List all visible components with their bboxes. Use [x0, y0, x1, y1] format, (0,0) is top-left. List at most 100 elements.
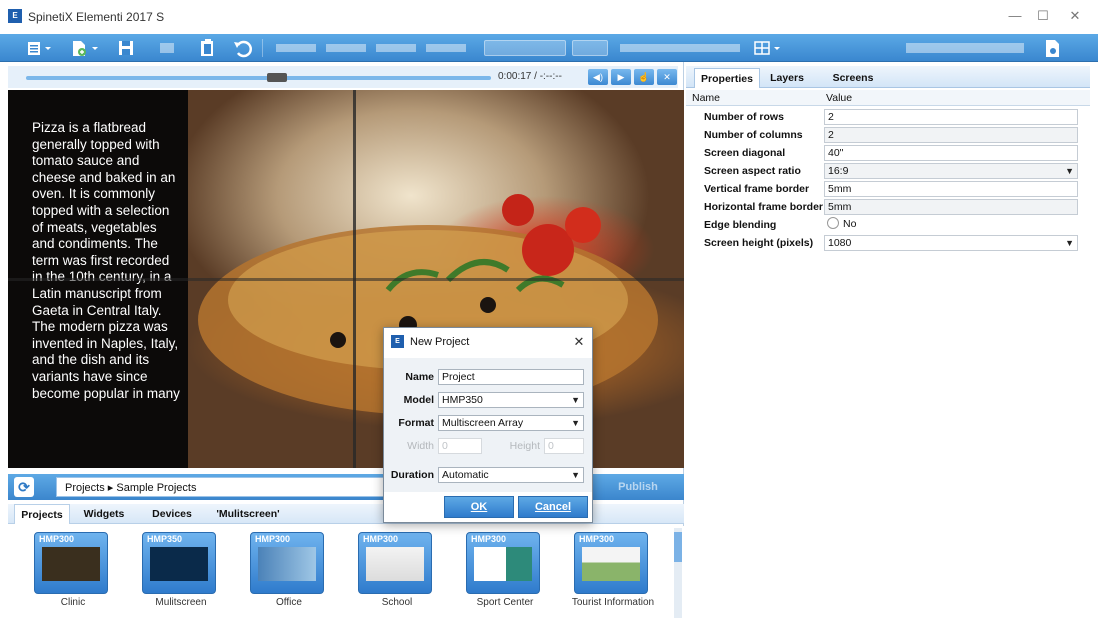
format-tools-group[interactable]: [272, 37, 472, 59]
play-button[interactable]: ▶: [611, 69, 631, 85]
menu-button[interactable]: [24, 37, 56, 59]
property-row: Screen diagonal 40": [686, 144, 1090, 162]
properties-button[interactable]: [1040, 37, 1064, 59]
model-select[interactable]: HMP350 ▼: [438, 392, 584, 408]
duration-label: Duration: [390, 469, 434, 481]
number-of-columns-field[interactable]: 2: [824, 127, 1078, 143]
hand-pointer-icon: ☝: [638, 72, 650, 82]
refresh-icon[interactable]: ⟳: [14, 477, 34, 497]
dropdown-arrow-icon: ▼: [571, 395, 580, 405]
scrollbar-thumb[interactable]: [674, 532, 682, 562]
cancel-button[interactable]: Cancel: [518, 496, 588, 518]
tab-widgets[interactable]: Widgets: [74, 504, 134, 524]
property-row: Vertical frame border 5mm: [686, 180, 1090, 198]
dialog-title-bar: E New Project ✕: [384, 328, 592, 356]
number-of-rows-field[interactable]: 2: [824, 109, 1078, 125]
document-settings-icon: [1046, 40, 1059, 57]
horizontal-frame-border-field[interactable]: 5mm: [824, 199, 1078, 215]
dropdown-arrow-icon: ▼: [1065, 166, 1074, 176]
undo-icon: [234, 40, 252, 58]
pointer-button[interactable]: ☝: [634, 69, 654, 85]
close-window-button[interactable]: ✕: [1062, 6, 1088, 26]
tab-mulitscreen[interactable]: 'Mulitscreen': [208, 504, 288, 524]
format-label: Format: [398, 417, 434, 429]
project-card: HMP300: [466, 532, 540, 594]
edge-blending-toggle[interactable]: No: [824, 217, 1078, 233]
width-input[interactable]: 0: [438, 438, 482, 454]
duration-value: Automatic: [442, 469, 489, 481]
title-bar: E SpinetiX Elementi 2017 S — ☐ ✕: [0, 0, 1098, 34]
project-item-clinic[interactable]: HMP300 Clinic: [28, 532, 118, 608]
value-column-header: Value: [826, 92, 853, 104]
layout-grid-button[interactable]: [752, 37, 784, 59]
text-style-group[interactable]: [614, 37, 750, 59]
project-item-school[interactable]: HMP300 School: [352, 532, 442, 608]
app-window: E SpinetiX Elementi 2017 S — ☐ ✕ 0:00:17…: [0, 0, 1098, 621]
dialog-body: Name Project Model HMP350 ▼ Format Multis…: [384, 358, 592, 492]
model-badge: HMP300: [363, 534, 399, 544]
new-project-button[interactable]: [68, 37, 102, 59]
duration-select[interactable]: Automatic ▼: [438, 467, 584, 483]
property-name: Vertical frame border: [704, 183, 810, 195]
properties-panel: Properties Layers Screens Name Value Num…: [686, 62, 1098, 621]
paste-icon: [201, 39, 213, 56]
close-icon: ✕: [663, 72, 671, 82]
project-item-tourist-information[interactable]: HMP300 Tourist Information: [568, 532, 658, 608]
tab-properties[interactable]: Properties: [694, 68, 760, 88]
library-scrollbar[interactable]: [674, 528, 682, 618]
dialog-title: New Project: [410, 336, 470, 348]
publish-button[interactable]: Publish: [598, 478, 678, 496]
dialog-close-button[interactable]: ✕: [570, 333, 588, 351]
seek-track[interactable]: [26, 76, 491, 80]
undo-button[interactable]: [230, 37, 254, 59]
project-card: HMP300: [574, 532, 648, 594]
font-size-select[interactable]: [572, 40, 608, 56]
minimize-button[interactable]: —: [1002, 6, 1028, 26]
seek-thumb[interactable]: [267, 73, 288, 82]
tab-projects[interactable]: Projects: [14, 504, 70, 524]
properties-header: Name Value: [686, 90, 1090, 106]
property-name: Number of rows: [704, 111, 784, 123]
project-thumbnails: HMP300 Clinic HMP350 Mulitscreen HMP300 …: [8, 526, 684, 621]
volume-button[interactable]: ◀): [588, 69, 608, 85]
tab-devices[interactable]: Devices: [144, 504, 200, 524]
tab-layers[interactable]: Layers: [762, 68, 812, 88]
project-name-input[interactable]: Project: [438, 369, 584, 385]
dropdown-arrow-icon: ▼: [571, 470, 580, 480]
height-input[interactable]: 0: [544, 438, 584, 454]
project-item-sport-center[interactable]: HMP300 Sport Center: [460, 532, 550, 608]
breadcrumb: Projects ▸ Sample Projects: [65, 482, 197, 494]
project-thumbnail: [474, 547, 532, 581]
main-toolbar: [0, 34, 1098, 62]
vertical-frame-border-field[interactable]: 5mm: [824, 181, 1078, 197]
screen-diagonal-field[interactable]: 40": [824, 145, 1078, 161]
project-item-office[interactable]: HMP300 Office: [244, 532, 334, 608]
tab-screens[interactable]: Screens: [826, 68, 880, 88]
alignment-group[interactable]: [900, 37, 1030, 59]
project-item-mulitscreen[interactable]: HMP350 Mulitscreen: [136, 532, 226, 608]
model-badge: HMP300: [39, 534, 75, 544]
preview-text: Pizza is a flatbread generally topped wi…: [32, 120, 180, 401]
dialog-footer: OK Cancel: [384, 492, 592, 522]
aspect-ratio-select[interactable]: 16:9 ▼: [824, 163, 1078, 179]
paste-button[interactable]: [196, 37, 220, 59]
maximize-button[interactable]: ☐: [1030, 6, 1056, 26]
stop-button[interactable]: ✕: [657, 69, 677, 85]
save-button[interactable]: [114, 37, 138, 59]
model-label: Model: [403, 394, 434, 406]
font-family-select[interactable]: [484, 40, 566, 56]
cut-button[interactable]: [150, 37, 186, 59]
project-card: HMP300: [34, 532, 108, 594]
screen-height-select[interactable]: 1080 ▼: [824, 235, 1078, 251]
dropdown-arrow-icon: ▼: [1065, 238, 1074, 248]
property-row: Edge blending No: [686, 216, 1090, 234]
property-name: Edge blending: [704, 219, 777, 231]
screen-divider-horizontal: [8, 278, 684, 281]
aspect-ratio-value: 16:9: [828, 165, 849, 177]
format-select[interactable]: Multiscreen Array ▼: [438, 415, 584, 431]
project-thumbnail: [582, 547, 640, 581]
ok-button[interactable]: OK: [444, 496, 514, 518]
path-field[interactable]: Projects ▸ Sample Projects: [56, 477, 396, 497]
dropdown-arrow-icon: ▼: [571, 418, 580, 428]
project-thumbnail: [42, 547, 100, 581]
